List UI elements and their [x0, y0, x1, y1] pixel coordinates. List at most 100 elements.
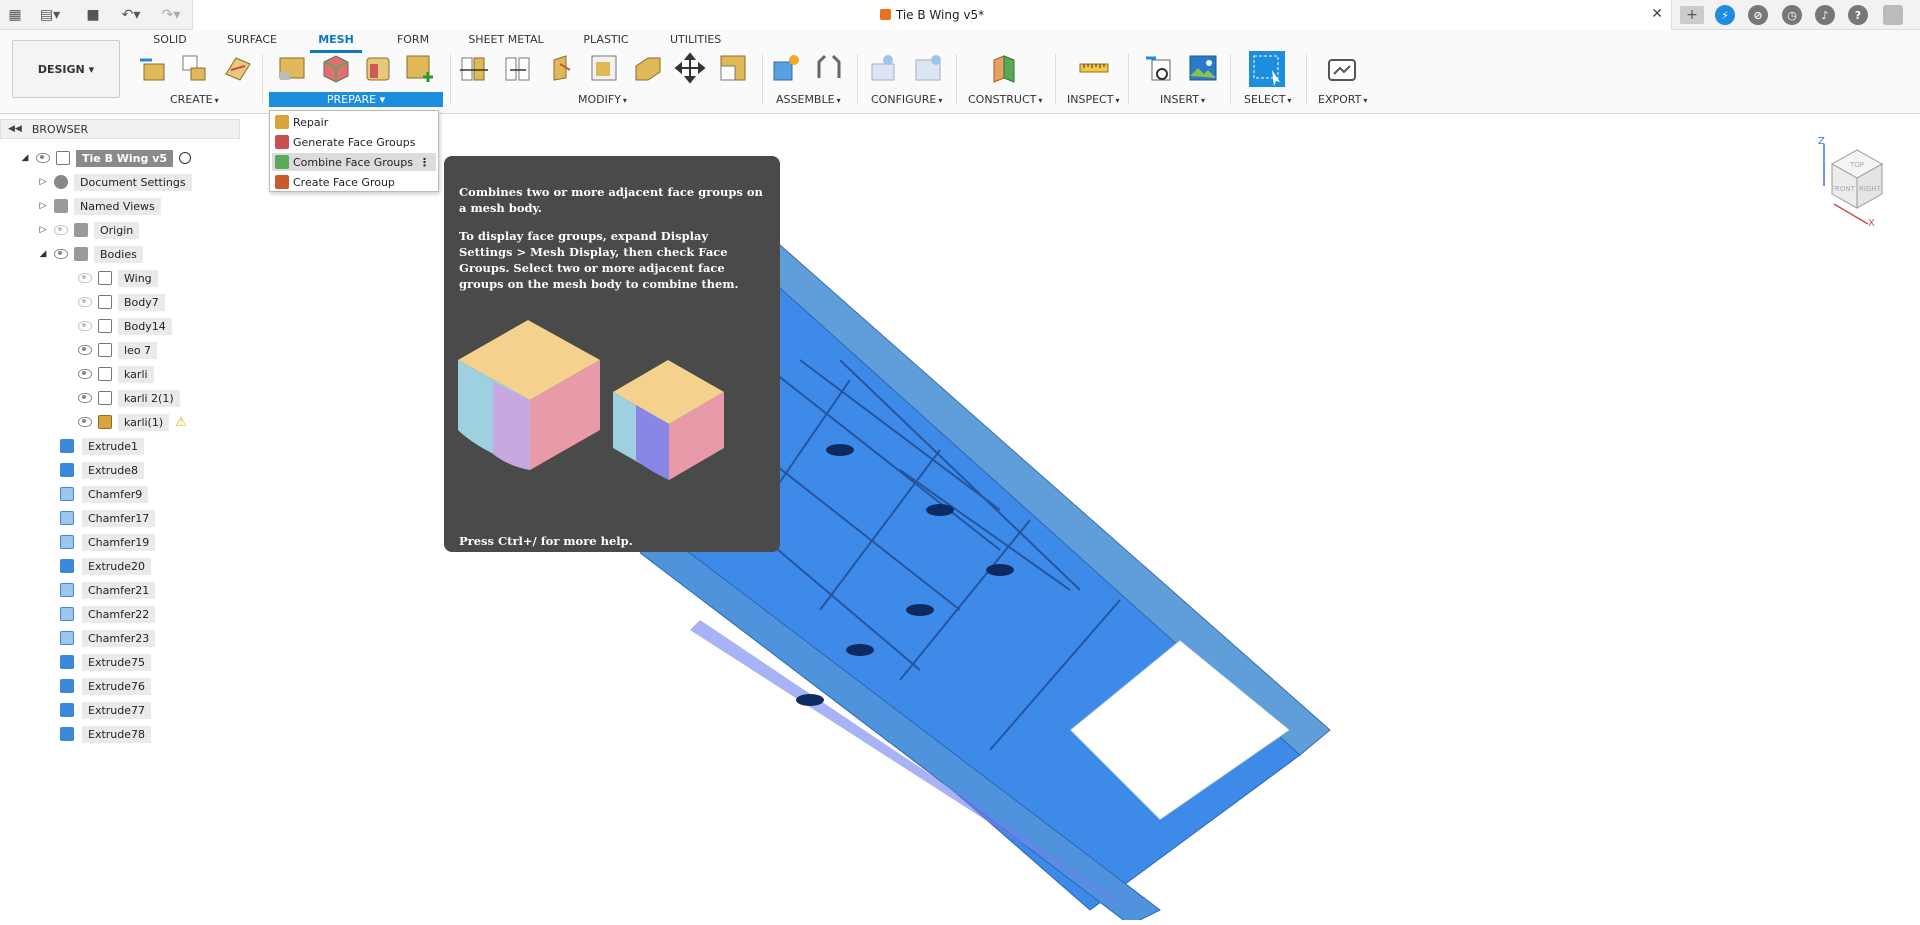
undo-icon[interactable]: ↶▾: [118, 6, 144, 24]
configure-icon[interactable]: [868, 52, 900, 84]
timeline-item-chamfer9[interactable]: Chamfer9: [60, 484, 149, 504]
visibility-eye-icon[interactable]: [78, 297, 92, 307]
export-icon[interactable]: [1326, 52, 1358, 84]
tab-utilities[interactable]: UTILITIES: [670, 33, 721, 46]
menu-item-generate-face-groups[interactable]: Generate Face Groups: [272, 133, 436, 151]
more-options-icon[interactable]: ⋮: [419, 156, 430, 169]
browser-header[interactable]: ◀◀ BROWSER: [0, 119, 240, 139]
timeline-item-chamfer21[interactable]: Chamfer21: [60, 580, 156, 600]
prepare-group-button[interactable]: PREPARE ▾: [269, 92, 443, 107]
redo-icon[interactable]: ↷▾: [158, 6, 184, 24]
job-status-icon[interactable]: ◷: [1782, 5, 1802, 25]
visibility-eye-icon[interactable]: [78, 369, 92, 379]
menu-item-combine-face-groups[interactable]: Combine Face Groups ⋮: [272, 153, 436, 171]
collapse-browser-icon[interactable]: ◀◀: [8, 124, 22, 134]
move-icon[interactable]: [674, 52, 706, 84]
remesh-icon[interactable]: [588, 52, 620, 84]
timeline-item-extrude78[interactable]: Extrude78: [60, 724, 152, 744]
construct-group-label[interactable]: CONSTRUCT ▾: [968, 93, 1042, 106]
inspect-group-label[interactable]: INSPECT ▾: [1067, 93, 1119, 106]
new-component-icon[interactable]: [770, 52, 802, 84]
menu-item-repair[interactable]: Repair: [272, 113, 436, 131]
document-tab[interactable]: Tie B Wing v5* ✕: [192, 0, 1672, 30]
create-face-groups-icon[interactable]: [222, 52, 254, 84]
workspace-switcher[interactable]: DESIGN ▾: [12, 40, 120, 98]
tab-solid[interactable]: SOLID: [148, 33, 192, 46]
timeline-item-chamfer17[interactable]: Chamfer17: [60, 508, 156, 528]
browser-node-bodies[interactable]: ◢ Bodies: [38, 245, 143, 263]
configuration-table-icon[interactable]: [912, 52, 944, 84]
repair-icon[interactable]: [276, 52, 308, 84]
visibility-eye-icon[interactable]: [78, 273, 92, 283]
timeline-item-extrude8[interactable]: Extrude8: [60, 460, 145, 480]
view-cube[interactable]: TOP FRONT RIGHT Z X: [1812, 136, 1902, 226]
separate-icon[interactable]: [502, 52, 534, 84]
plane-cut-icon[interactable]: [458, 52, 490, 84]
offset-plane-icon[interactable]: [988, 52, 1020, 84]
visibility-eye-icon[interactable]: [54, 225, 68, 235]
visibility-eye-icon[interactable]: [78, 393, 92, 403]
body-item-karli-2-1[interactable]: karli 2(1): [78, 389, 180, 407]
measure-icon[interactable]: [1078, 52, 1110, 84]
new-tab-icon[interactable]: +: [1680, 6, 1704, 24]
save-icon[interactable]: ■: [84, 6, 102, 24]
apps-grid-icon[interactable]: ▦: [6, 6, 24, 24]
3d-viewport[interactable]: [640, 210, 1640, 920]
body-item-wing[interactable]: Wing: [78, 269, 158, 287]
timeline-item-extrude1[interactable]: Extrude1: [60, 436, 145, 456]
help-icon[interactable]: ?: [1848, 5, 1868, 25]
timeline-item-extrude77[interactable]: Extrude77: [60, 700, 152, 720]
shell-icon[interactable]: [632, 52, 664, 84]
generate-face-groups-icon[interactable]: [320, 52, 352, 84]
menu-item-create-face-group[interactable]: Create Face Group: [272, 173, 436, 191]
timeline-item-chamfer23[interactable]: Chamfer23: [60, 628, 156, 648]
tab-mesh[interactable]: MESH: [310, 33, 362, 46]
body-item-leo-7[interactable]: leo 7: [78, 341, 158, 359]
expand-triangle-icon[interactable]: ▷: [38, 177, 48, 187]
avatar[interactable]: [1883, 5, 1903, 25]
offline-icon[interactable]: ⊘: [1748, 5, 1768, 25]
browser-node-origin[interactable]: ▷ Origin: [38, 221, 140, 239]
file-menu-icon[interactable]: ▤▾: [38, 6, 62, 24]
reverse-normal-icon[interactable]: [546, 52, 578, 84]
close-tab-icon[interactable]: ✕: [1651, 6, 1663, 22]
timeline-item-chamfer22[interactable]: Chamfer22: [60, 604, 156, 624]
expand-triangle-icon[interactable]: ▷: [38, 201, 48, 211]
tab-form[interactable]: FORM: [395, 33, 431, 46]
body-item-body7[interactable]: Body7: [78, 293, 165, 311]
combine-face-groups-icon[interactable]: [362, 52, 394, 84]
visibility-eye-icon[interactable]: [78, 321, 92, 331]
activate-radio-icon[interactable]: [179, 152, 192, 164]
timeline-item-extrude75[interactable]: Extrude75: [60, 652, 152, 672]
collapse-triangle-icon[interactable]: ◢: [38, 249, 48, 259]
create-face-group-icon[interactable]: [404, 52, 436, 84]
visibility-eye-icon[interactable]: [54, 249, 68, 259]
tab-surface[interactable]: SURFACE: [224, 33, 280, 46]
notifications-icon[interactable]: ♪: [1815, 5, 1835, 25]
export-group-label[interactable]: EXPORT ▾: [1318, 93, 1367, 106]
assemble-group-label[interactable]: ASSEMBLE ▾: [776, 93, 841, 106]
insert-mesh-icon[interactable]: [138, 52, 170, 84]
tab-plastic[interactable]: PLASTIC: [583, 33, 629, 46]
create-group-label[interactable]: CREATE ▾: [170, 93, 219, 106]
body-item-body14[interactable]: Body14: [78, 317, 172, 335]
timeline-item-extrude76[interactable]: Extrude76: [60, 676, 152, 696]
insert-group-label[interactable]: INSERT ▾: [1160, 93, 1205, 106]
body-item-karli[interactable]: karli: [78, 365, 154, 383]
visibility-eye-icon[interactable]: [36, 153, 50, 163]
modify-group-label[interactable]: MODIFY ▾: [578, 93, 627, 106]
body-item-karli-1[interactable]: karli(1) ⚠: [78, 413, 187, 431]
warning-icon[interactable]: ⚠: [175, 415, 187, 430]
visibility-eye-icon[interactable]: [78, 417, 92, 427]
insert-derive-icon[interactable]: [1144, 52, 1176, 84]
browser-root[interactable]: ◢ Tie B Wing v5: [20, 149, 192, 167]
browser-node-named-views[interactable]: ▷ Named Views: [38, 197, 161, 215]
insert-canvas-icon[interactable]: [1187, 52, 1219, 84]
collapse-triangle-icon[interactable]: ◢: [20, 153, 30, 163]
timeline-item-chamfer19[interactable]: Chamfer19: [60, 532, 156, 552]
browser-node-document-settings[interactable]: ▷ Document Settings: [38, 173, 192, 191]
extensions-icon[interactable]: ⚡: [1715, 5, 1735, 25]
joint-icon[interactable]: [813, 52, 845, 84]
timeline-item-extrude20[interactable]: Extrude20: [60, 556, 152, 576]
visibility-eye-icon[interactable]: [78, 345, 92, 355]
